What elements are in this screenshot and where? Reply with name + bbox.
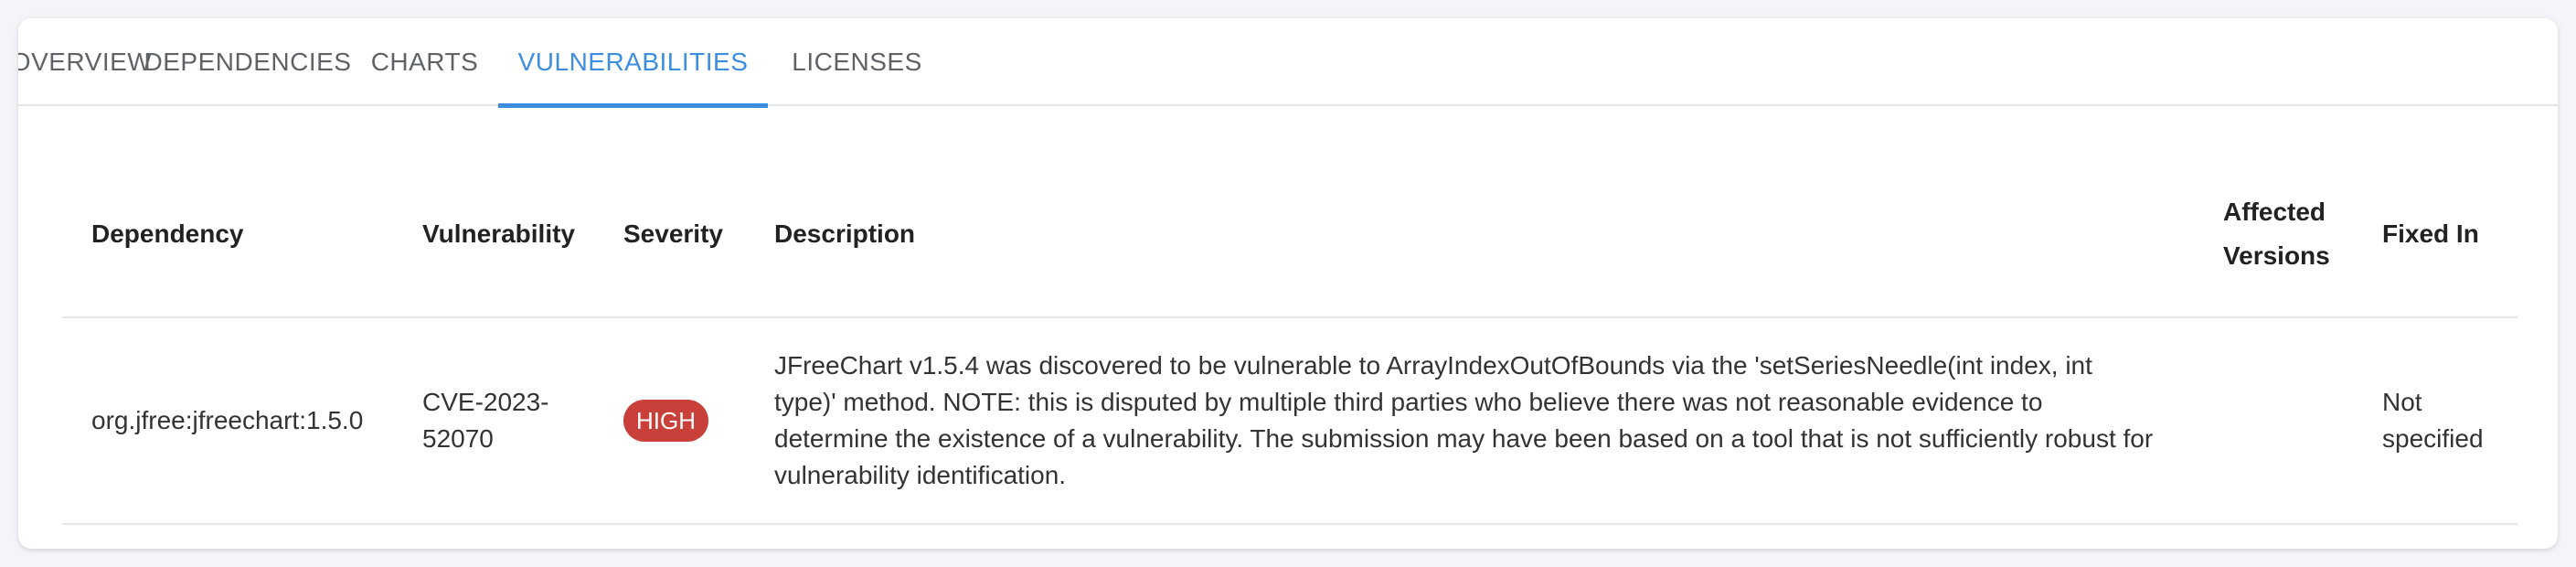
dependency-cell: org.jfree:jfreechart:1.5.0 bbox=[91, 406, 364, 434]
vulnerability-id-cell[interactable]: CVE-2023-52070 bbox=[393, 384, 594, 457]
column-header-description[interactable]: Description bbox=[745, 212, 2194, 256]
tab-licenses[interactable]: LICENSES bbox=[768, 18, 946, 106]
tab-bar: OVERVIEW DEPENDENCIES CHARTS VULNERABILI… bbox=[18, 18, 2558, 108]
column-header-vulnerability[interactable]: Vulnerability bbox=[393, 212, 594, 256]
column-header-fixed-in[interactable]: Fixed In bbox=[2353, 212, 2517, 256]
tab-dependencies[interactable]: DEPENDENCIES bbox=[144, 18, 351, 106]
column-header-dependency[interactable]: Dependency bbox=[62, 212, 393, 256]
tab-charts[interactable]: CHARTS bbox=[351, 18, 498, 106]
table-header-row: Dependency Vulnerability Severity Descri… bbox=[62, 152, 2517, 318]
severity-cell: HIGH bbox=[594, 400, 745, 442]
table-row: org.jfree:jfreechart:1.5.0 CVE-2023-5207… bbox=[62, 318, 2517, 525]
tab-overview[interactable]: OVERVIEW bbox=[18, 18, 152, 106]
column-header-severity[interactable]: Severity bbox=[594, 212, 745, 256]
vulnerabilities-table: Dependency Vulnerability Severity Descri… bbox=[62, 152, 2517, 525]
severity-badge: HIGH bbox=[623, 400, 708, 442]
report-card: OVERVIEW DEPENDENCIES CHARTS VULNERABILI… bbox=[18, 18, 2558, 549]
fixed-in-cell: Not specified bbox=[2382, 388, 2484, 453]
column-header-affected-versions[interactable]: Affected Versions bbox=[2194, 190, 2353, 278]
tab-vulnerabilities[interactable]: VULNERABILITIES bbox=[498, 18, 768, 108]
description-cell: JFreeChart v1.5.4 was discovered to be v… bbox=[774, 351, 2154, 489]
